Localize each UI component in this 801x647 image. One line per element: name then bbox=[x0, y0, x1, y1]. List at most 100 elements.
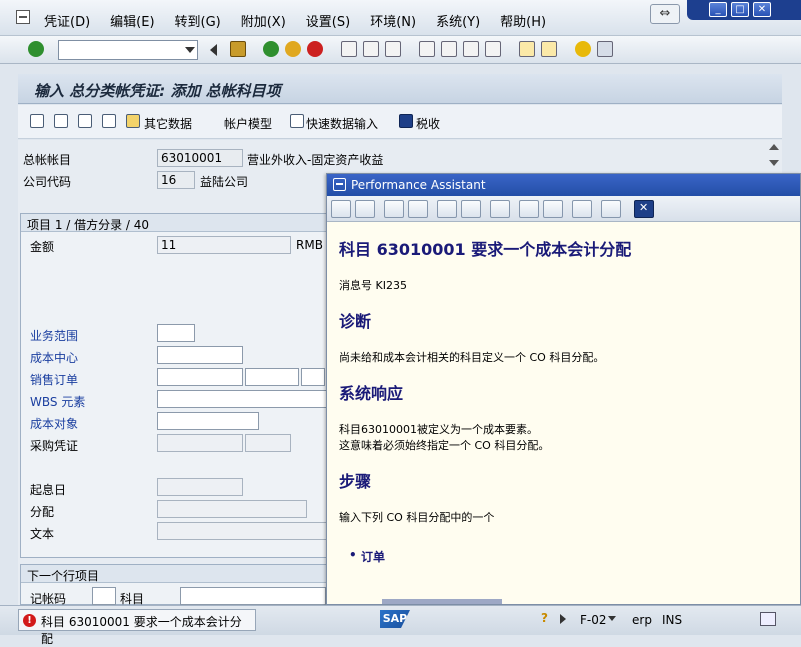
assistant-toolbar bbox=[327, 196, 800, 222]
gl-account-label: 总帐帐目 bbox=[23, 153, 72, 167]
scroll-up-icon[interactable] bbox=[769, 144, 779, 150]
window-controls: _ □ ✕ bbox=[687, 0, 801, 20]
annotate-icon[interactable] bbox=[461, 200, 481, 218]
back-icon[interactable] bbox=[263, 41, 279, 57]
info-icon[interactable] bbox=[399, 114, 413, 128]
fast-entry-icon[interactable] bbox=[290, 114, 304, 128]
assignment-field[interactable] bbox=[157, 500, 307, 518]
close-button[interactable]: ✕ bbox=[753, 2, 771, 17]
save-icon[interactable] bbox=[230, 41, 246, 57]
sales-order-schedule-field[interactable] bbox=[301, 368, 325, 386]
find-next-icon[interactable] bbox=[385, 41, 401, 57]
status-bar: ! 科目 63010001 要求一个成本会计分配 SAP ? F-02 erp … bbox=[0, 605, 801, 646]
notes-icon[interactable] bbox=[572, 200, 592, 218]
cost-object-label[interactable]: 成本对象 bbox=[30, 415, 78, 432]
other-data-button[interactable]: 其它数据 bbox=[144, 115, 192, 132]
menu-goto[interactable]: 转到(G) bbox=[175, 11, 221, 30]
gl-account-desc: 营业外收入-固定资产收益 bbox=[247, 153, 384, 167]
forward-arrow-icon[interactable] bbox=[355, 200, 375, 218]
menu-settings[interactable]: 设置(S) bbox=[306, 11, 350, 30]
lock-icon bbox=[760, 612, 776, 626]
diagnosis-text: 尚未给和成本会计相关的科目定义一个 CO 科目分配。 bbox=[339, 351, 605, 364]
performance-assistant-window: Performance Assistant 科目 63010001 要求一个成本… bbox=[326, 173, 801, 605]
print-icon[interactable] bbox=[341, 41, 357, 57]
status-message[interactable]: ! 科目 63010001 要求一个成本会计分配 bbox=[18, 609, 256, 646]
company-code-field: 16 bbox=[157, 171, 195, 189]
minimize-button[interactable]: _ bbox=[709, 2, 727, 17]
cost-center-field[interactable] bbox=[157, 346, 243, 364]
maximize-button[interactable]: □ bbox=[731, 2, 749, 17]
tree-icon[interactable] bbox=[408, 200, 428, 218]
find-icon[interactable] bbox=[363, 41, 379, 57]
edit-icon[interactable] bbox=[437, 200, 457, 218]
page-title: 输入 总分类帐凭证: 添加 总帐科目项 bbox=[34, 82, 281, 100]
start-date-field[interactable] bbox=[157, 478, 243, 496]
posting-key-field[interactable] bbox=[92, 587, 116, 605]
enter-check-icon[interactable] bbox=[28, 41, 44, 57]
menu-edit[interactable]: 编辑(E) bbox=[110, 11, 154, 30]
expand-right-icon[interactable] bbox=[560, 614, 566, 624]
collapse-left-icon[interactable] bbox=[210, 44, 217, 56]
exit-icon[interactable] bbox=[285, 41, 301, 57]
steps-text: 输入下列 CO 科目分配中的一个 bbox=[339, 511, 495, 524]
account-field[interactable] bbox=[180, 587, 326, 605]
document-icon[interactable] bbox=[54, 114, 68, 128]
user-icon[interactable] bbox=[490, 200, 510, 218]
new-session-icon[interactable] bbox=[519, 41, 535, 57]
text-field[interactable] bbox=[157, 522, 327, 540]
next-page-icon[interactable] bbox=[463, 41, 479, 57]
back-arrow-icon[interactable] bbox=[331, 200, 351, 218]
amount-field[interactable]: 11 bbox=[157, 236, 291, 254]
scrollbar[interactable] bbox=[766, 140, 782, 172]
sales-order-field[interactable] bbox=[157, 368, 243, 386]
help-icon[interactable] bbox=[575, 41, 591, 57]
business-area-field[interactable] bbox=[157, 324, 195, 342]
tax-button[interactable]: 税收 bbox=[416, 115, 440, 132]
previous-page-icon[interactable] bbox=[441, 41, 457, 57]
step-item-order[interactable]: 订单 bbox=[339, 548, 788, 565]
fast-entry-button[interactable]: 快速数据输入 bbox=[306, 115, 378, 132]
cost-object-field[interactable] bbox=[157, 412, 259, 430]
last-page-icon[interactable] bbox=[485, 41, 501, 57]
menu-system[interactable]: 系统(Y) bbox=[436, 11, 480, 30]
start-date-label: 起息日 bbox=[30, 483, 67, 497]
scroll-down-icon[interactable] bbox=[769, 160, 779, 166]
business-area-label[interactable]: 业务范围 bbox=[30, 327, 78, 344]
document-edit-icon[interactable] bbox=[78, 114, 92, 128]
shortcut-icon[interactable] bbox=[541, 41, 557, 57]
system-menu-icon[interactable] bbox=[16, 10, 30, 24]
help-icon[interactable]: ? bbox=[541, 611, 552, 625]
menu-help[interactable]: 帮助(H) bbox=[500, 11, 546, 30]
layout-icon[interactable] bbox=[597, 41, 613, 57]
menu-items: 凭证(D) 编辑(E) 转到(G) 附加(X) 设置(S) 环境(N) 系统(Y… bbox=[44, 11, 566, 30]
other-data-icon[interactable] bbox=[126, 114, 140, 128]
first-page-icon[interactable] bbox=[419, 41, 435, 57]
error-icon: ! bbox=[23, 614, 36, 627]
menu-document[interactable]: 凭证(D) bbox=[44, 11, 90, 30]
sales-order-label[interactable]: 销售订单 bbox=[30, 371, 78, 388]
wbs-field[interactable] bbox=[157, 390, 327, 408]
insert-mode[interactable]: INS bbox=[662, 613, 682, 627]
response-text-2: 这意味着必须始终指定一个 CO 科目分配。 bbox=[339, 439, 550, 452]
cancel-icon[interactable] bbox=[307, 41, 323, 57]
command-field[interactable] bbox=[58, 40, 198, 60]
assistant-title: Performance Assistant bbox=[351, 178, 486, 192]
menu-environment[interactable]: 环境(N) bbox=[370, 11, 416, 30]
close-icon[interactable] bbox=[634, 200, 654, 218]
sales-order-item-field[interactable] bbox=[245, 368, 299, 386]
application-toolbar: 其它数据 帐户模型 快速数据输入 税收 bbox=[18, 105, 782, 139]
wbs-label[interactable]: WBS 元素 bbox=[30, 393, 85, 410]
copy-icon[interactable] bbox=[102, 114, 116, 128]
account-model-button[interactable]: 帐户模型 bbox=[224, 115, 272, 132]
back-nav-icon[interactable]: ⇔ bbox=[650, 4, 680, 24]
person-icon[interactable] bbox=[30, 114, 44, 128]
list-icon[interactable] bbox=[519, 200, 539, 218]
print-icon[interactable] bbox=[601, 200, 621, 218]
book-icon[interactable] bbox=[384, 200, 404, 218]
assignment-label: 分配 bbox=[30, 505, 55, 519]
chevron-down-icon[interactable] bbox=[185, 47, 195, 53]
chevron-down-icon[interactable] bbox=[608, 616, 616, 621]
cost-center-label[interactable]: 成本中心 bbox=[30, 349, 78, 366]
menu-extras[interactable]: 附加(X) bbox=[241, 11, 286, 30]
link-icon[interactable] bbox=[543, 200, 563, 218]
